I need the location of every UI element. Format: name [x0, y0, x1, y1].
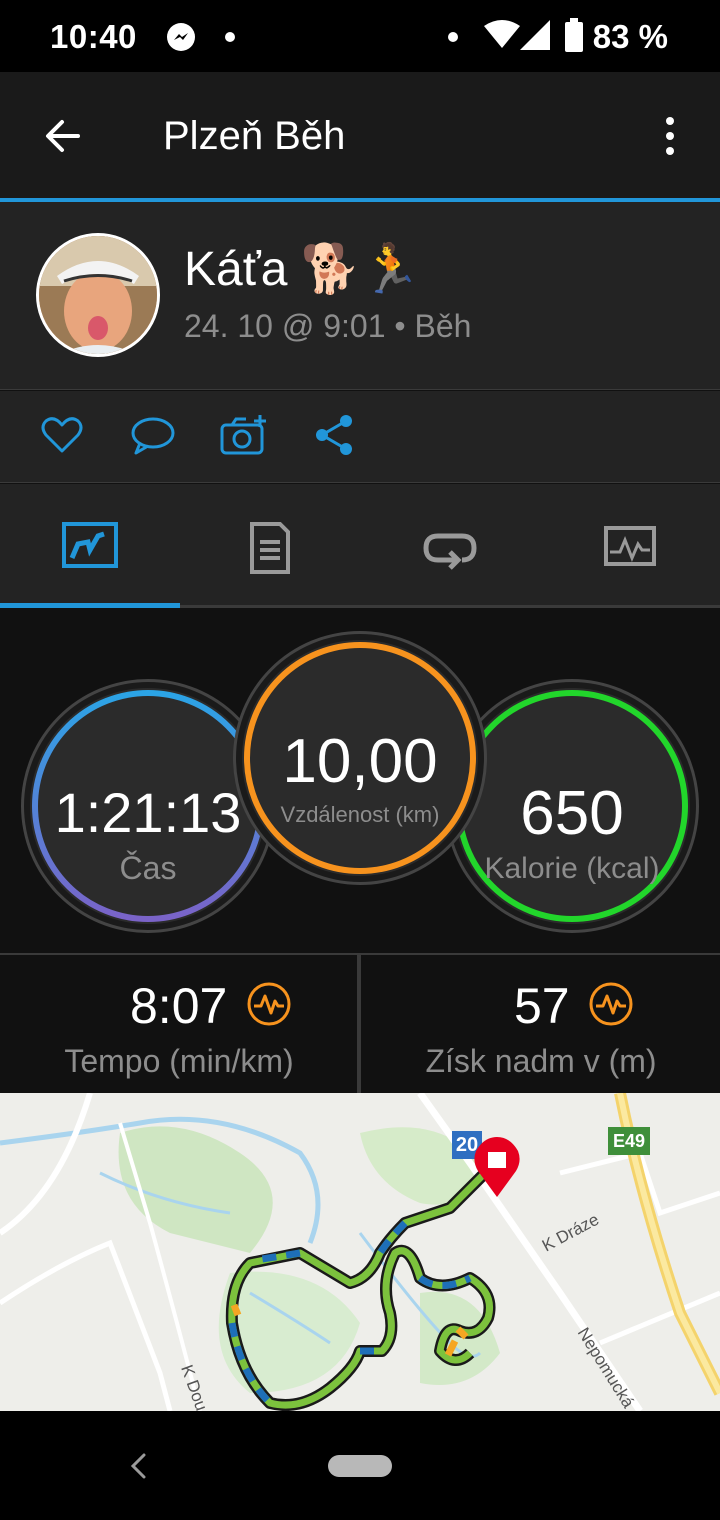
pulse-icon: [588, 981, 634, 1032]
avatar[interactable]: [36, 233, 160, 357]
tab-overview[interactable]: [0, 484, 180, 608]
distance-label: Vzdálenost (km): [280, 802, 440, 827]
summary-rings: 1:21:13 Čas 650 Kalorie (kcal) 10,00 Vzd…: [0, 608, 720, 953]
battery-icon: [564, 18, 584, 57]
pace-label: Tempo (min/km): [64, 1043, 294, 1079]
signal-icon: [520, 20, 550, 55]
activity-header: Káťa 🐕🏃 24. 10 @ 9:01 • Běh: [0, 202, 720, 390]
calories-ring: 650 Kalorie (kcal): [454, 688, 690, 924]
action-bar: [0, 391, 720, 483]
charts-tab-icon: [604, 526, 656, 566]
app-bar: [0, 72, 720, 198]
road-badge: E49: [608, 1127, 650, 1155]
laps-tab-icon: [423, 533, 477, 570]
overview-tab-icon: [62, 522, 118, 568]
distance-ring: 10,00 Vzdálenost (km): [242, 640, 478, 876]
elevation-label: Získ nadm v (m): [425, 1043, 657, 1079]
pulse-icon: [246, 981, 292, 1032]
tab-bar: [0, 484, 720, 608]
dot-icon: [448, 32, 458, 42]
details-tab-icon: [250, 522, 290, 574]
system-nav-bar: [0, 1411, 720, 1520]
status-time: 10:40: [50, 18, 137, 55]
heart-icon[interactable]: [40, 413, 84, 462]
user-name[interactable]: Káťa 🐕🏃: [184, 240, 420, 297]
status-bar: 10:40 83 %: [0, 0, 720, 72]
activity-meta: 24. 10 @ 9:01 • Běh: [184, 308, 472, 344]
comment-icon[interactable]: [130, 413, 176, 462]
finish-marker-icon[interactable]: [472, 1137, 522, 1204]
route-map[interactable]: 20 E49 K Dráze Nepomucká K Dou: [0, 1093, 720, 1411]
back-arrow-icon[interactable]: [42, 116, 82, 161]
time-value: 1:21:13: [54, 781, 242, 844]
battery-percentage: 83 %: [592, 18, 668, 55]
calories-label: Kalorie (kcal): [484, 852, 660, 885]
tab-details[interactable]: [180, 484, 360, 608]
calories-value: 650: [520, 779, 624, 848]
tab-laps[interactable]: [360, 484, 540, 608]
stats-divider: [357, 955, 361, 1093]
pace-value: 8:07: [130, 978, 228, 1034]
pace-stat[interactable]: 8:07 Tempo (min/km): [0, 955, 358, 1093]
add-photo-icon[interactable]: [220, 413, 270, 462]
share-icon[interactable]: [314, 413, 354, 462]
dot-icon: [225, 32, 235, 42]
page-title: Plzeň Běh: [163, 114, 346, 158]
nav-back-icon[interactable]: [128, 1453, 150, 1484]
elevation-value: 57: [514, 978, 570, 1034]
stats-row: 8:07 Tempo (min/km) 57 Získ nadm v (m): [0, 953, 720, 1093]
distance-value: 10,00: [282, 727, 438, 796]
time-label: Čas: [119, 850, 177, 886]
more-vert-icon[interactable]: [662, 116, 678, 161]
time-ring: 1:21:13 Čas: [30, 688, 266, 924]
messenger-icon: [166, 22, 196, 57]
home-pill[interactable]: [328, 1455, 392, 1477]
wifi-icon: [484, 20, 520, 55]
tab-charts[interactable]: [540, 484, 720, 608]
elevation-stat[interactable]: 57 Získ nadm v (m): [362, 955, 720, 1093]
